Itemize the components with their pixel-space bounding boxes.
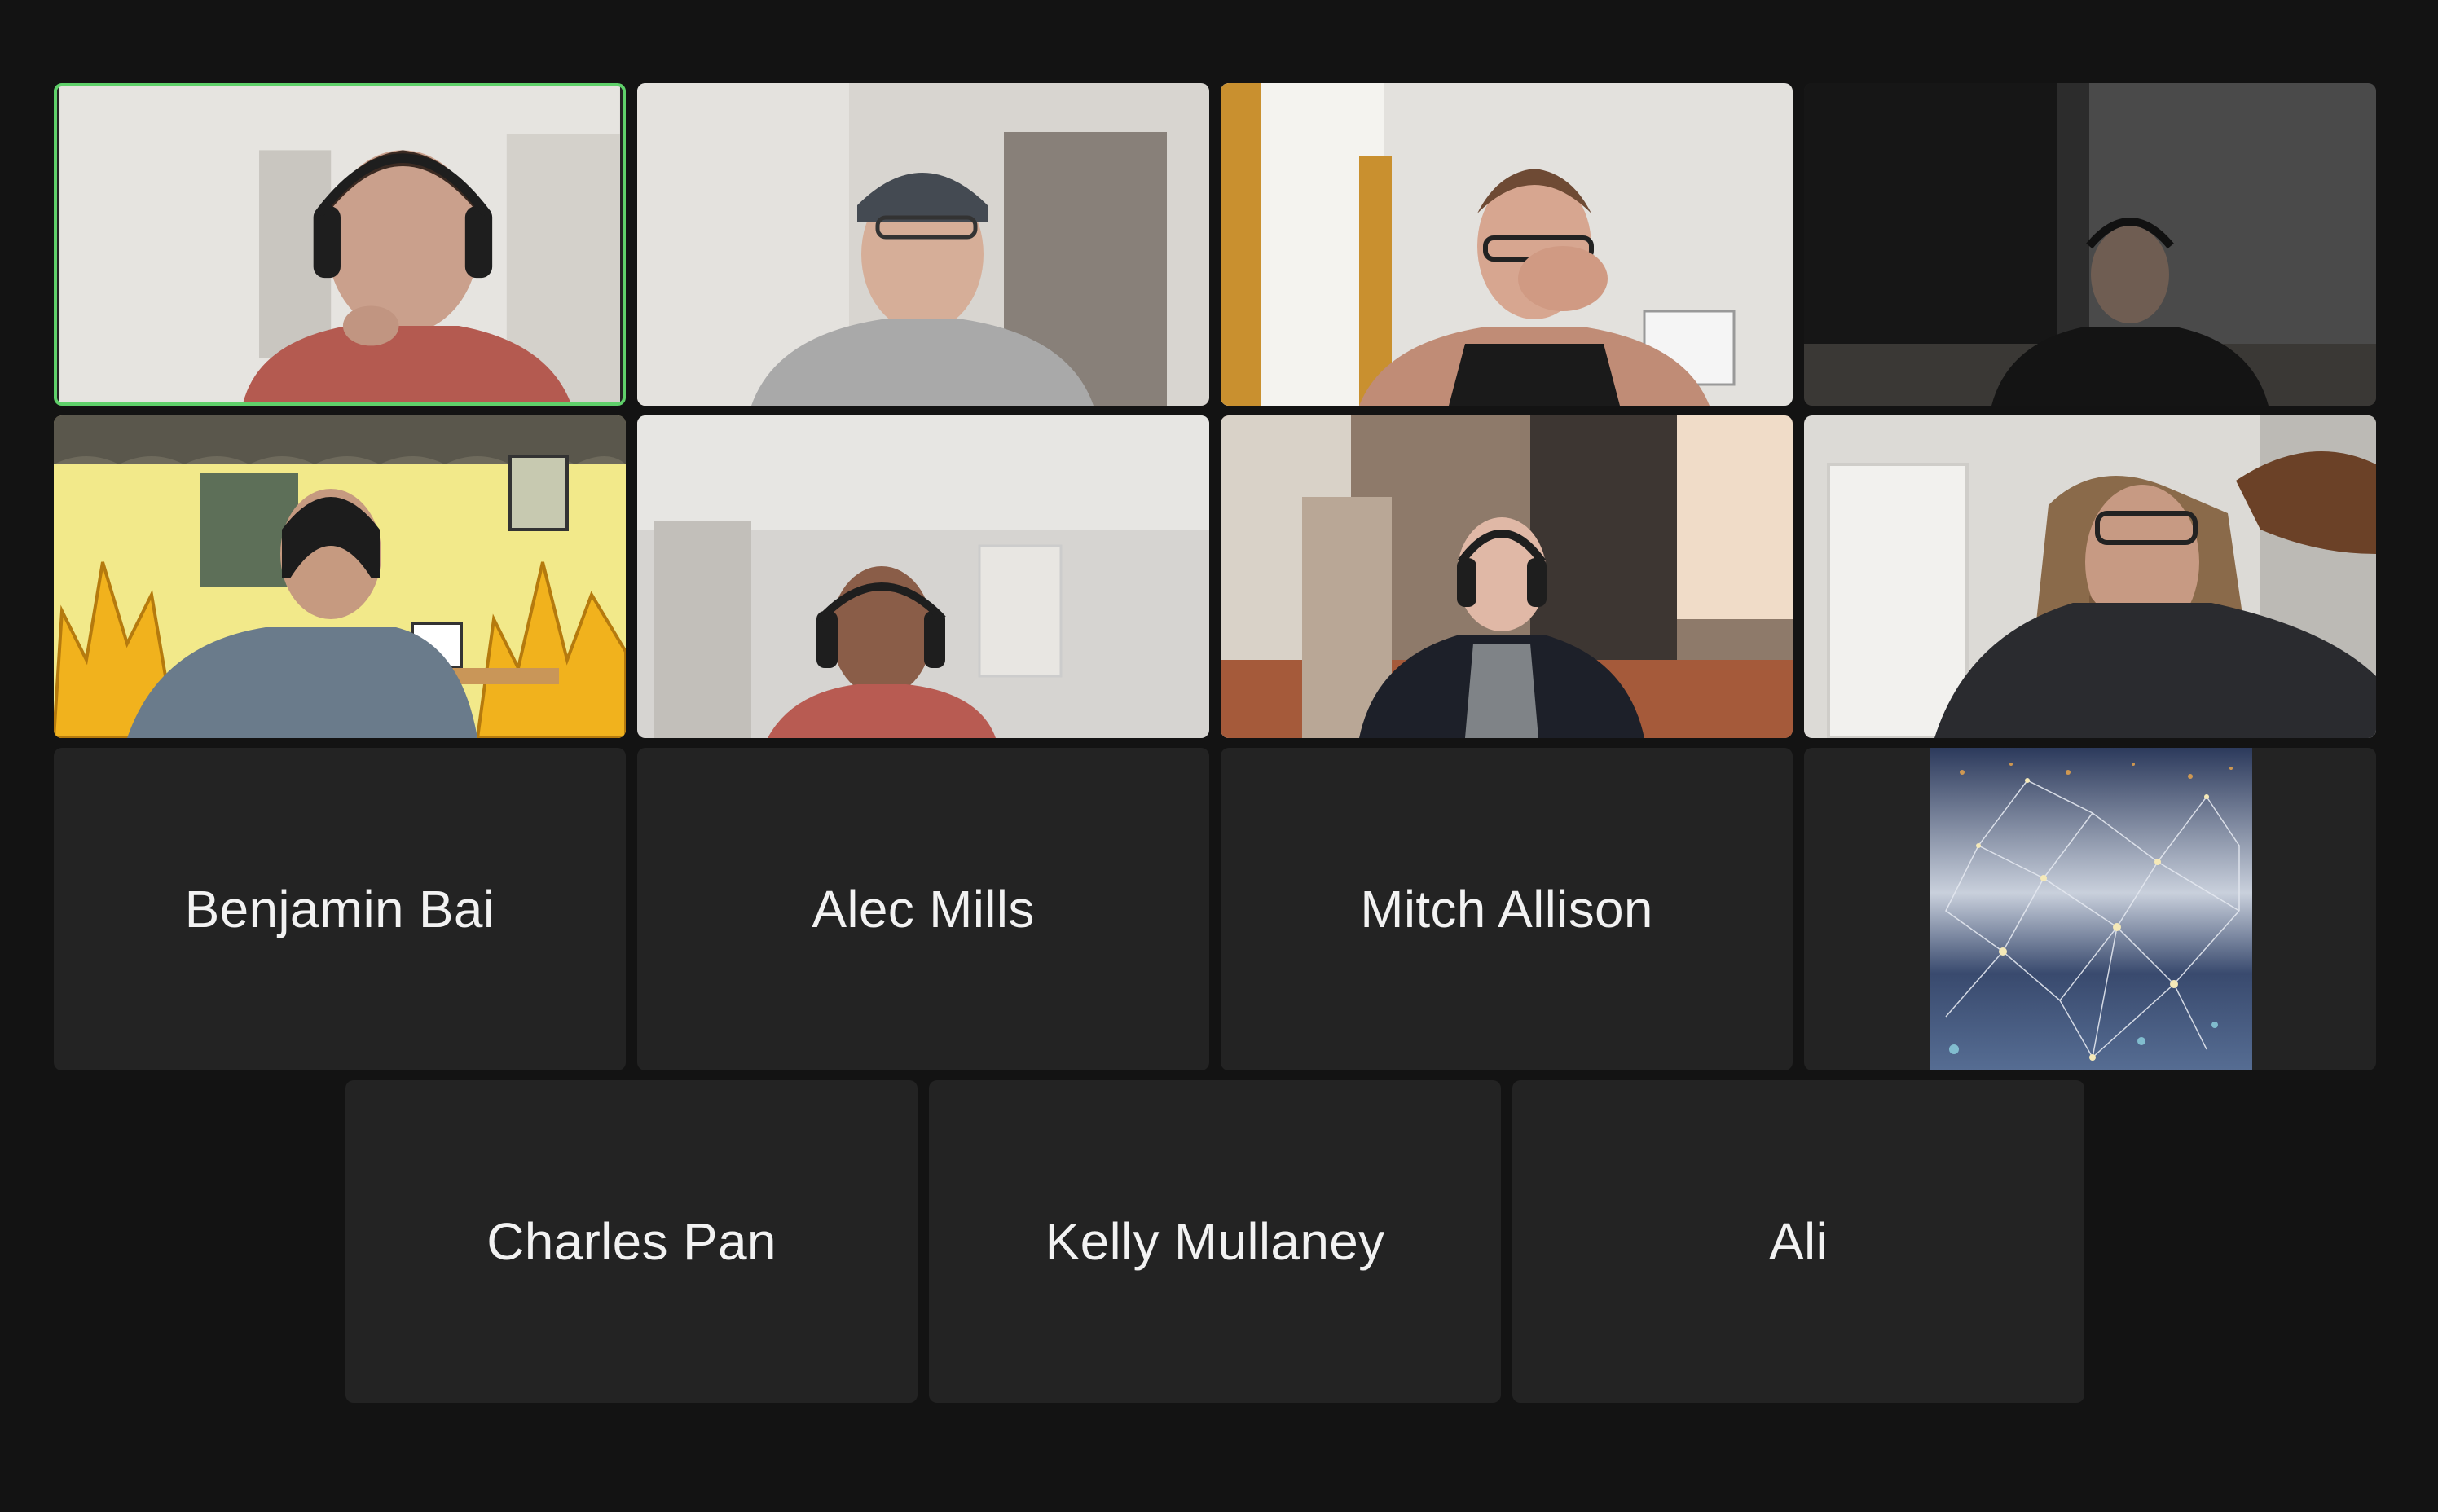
participant-name: Mitch Allison: [1360, 880, 1653, 938]
participant-video-feed: [1804, 415, 2376, 738]
participant-tile[interactable]: Charles Pan: [345, 1080, 918, 1403]
participant-name: Ali: [1768, 1212, 1828, 1271]
gallery-view: Benjamin Bai Alec Mills Mitch Allison Ch…: [0, 0, 2438, 1512]
participant-name: Charles Pan: [486, 1212, 777, 1271]
participant-video-tile[interactable]: [637, 415, 1209, 738]
participant-tile[interactable]: Alec Mills: [637, 748, 1209, 1070]
participant-video-tile[interactable]: [1221, 415, 1793, 738]
participant-video-tile-virtual-background[interactable]: [54, 415, 626, 738]
participant-video-tile[interactable]: [637, 83, 1209, 406]
participant-tile[interactable]: Benjamin Bai: [54, 748, 626, 1070]
participant-video-feed: [637, 83, 1209, 406]
participant-video-tile[interactable]: [1804, 83, 2376, 406]
participant-video-feed: [1804, 83, 2376, 406]
participant-name: Kelly Mullaney: [1045, 1212, 1385, 1271]
participant-video-feed: [1221, 415, 1793, 738]
participant-video-tile-active-speaker[interactable]: [54, 83, 626, 406]
participant-video-feed: [54, 415, 626, 738]
participant-tile[interactable]: Ali: [1512, 1080, 2084, 1403]
participant-video-tile[interactable]: [1221, 83, 1793, 406]
participant-name: Benjamin Bai: [184, 880, 495, 938]
participant-name: Alec Mills: [812, 880, 1035, 938]
participant-tile-profile-picture[interactable]: [1804, 748, 2376, 1070]
participant-tile[interactable]: Mitch Allison: [1221, 748, 1793, 1070]
participant-tile[interactable]: Kelly Mullaney: [929, 1080, 1501, 1403]
participant-video-feed: [1221, 83, 1793, 406]
participant-video-feed: [59, 86, 620, 402]
participant-video-tile[interactable]: [1804, 415, 2376, 738]
participant-video-feed: [637, 415, 1209, 738]
profile-picture: [1930, 748, 2252, 1070]
